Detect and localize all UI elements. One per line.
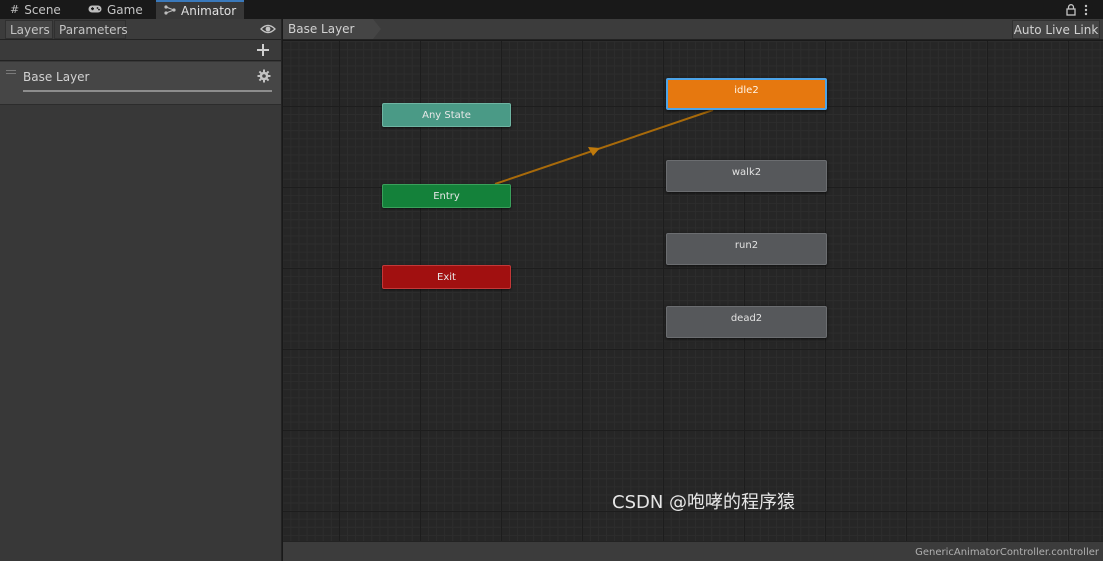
- tab-animator-label: Animator: [181, 3, 237, 18]
- state-walk2[interactable]: walk2: [666, 160, 827, 192]
- layer-weight-bar: [23, 90, 272, 92]
- exit-node[interactable]: Exit: [382, 265, 511, 289]
- asset-path: GenericAnimatorController.controller: [915, 547, 1099, 558]
- layer-row-base[interactable]: Base Layer: [0, 62, 281, 105]
- state-machine-graph[interactable]: Any State Entry Exit idle2 walk2 run2 de…: [283, 41, 1103, 541]
- auto-live-link-button[interactable]: Auto Live Link: [1012, 20, 1100, 39]
- state-run2[interactable]: run2: [666, 233, 827, 265]
- animator-icon: [164, 4, 176, 17]
- gear-icon[interactable]: [257, 69, 271, 83]
- grid-icon: #: [10, 3, 20, 16]
- tab-scene-label: Scene: [24, 2, 61, 17]
- graph-status-bar: GenericAnimatorController.controller: [283, 541, 1103, 561]
- layers-panel: Layers Parameters Base Layer: [0, 19, 282, 561]
- layer-name: Base Layer: [23, 70, 90, 84]
- graph-toolbar: Base Layer Auto Live Link: [283, 19, 1103, 40]
- state-dead2[interactable]: dead2: [666, 306, 827, 338]
- layers-toolbar: [0, 40, 281, 61]
- tab-layers[interactable]: Layers: [5, 20, 53, 39]
- tab-scene[interactable]: # Scene: [2, 0, 80, 19]
- drag-handle-icon[interactable]: [6, 70, 16, 74]
- eye-icon[interactable]: [260, 22, 276, 36]
- kebab-menu-icon[interactable]: [1084, 1, 1088, 18]
- lock-icon[interactable]: [1066, 1, 1076, 18]
- add-layer-plus-icon[interactable]: [256, 41, 270, 61]
- tab-game[interactable]: Game: [80, 0, 154, 19]
- entry-node[interactable]: Entry: [382, 184, 511, 208]
- layers-panel-tabs: Layers Parameters: [0, 19, 281, 40]
- window-tab-bar: # Scene Game Animator: [0, 0, 1103, 19]
- watermark: CSDN @咆哮的程序猿: [612, 492, 796, 513]
- gamepad-icon: [88, 4, 102, 16]
- state-idle2[interactable]: idle2: [666, 78, 827, 110]
- tab-game-label: Game: [107, 2, 143, 17]
- tab-parameters[interactable]: Parameters: [54, 20, 128, 39]
- breadcrumb[interactable]: Base Layer: [283, 19, 380, 39]
- any-state-node[interactable]: Any State: [382, 103, 511, 127]
- tab-animator[interactable]: Animator: [156, 0, 244, 19]
